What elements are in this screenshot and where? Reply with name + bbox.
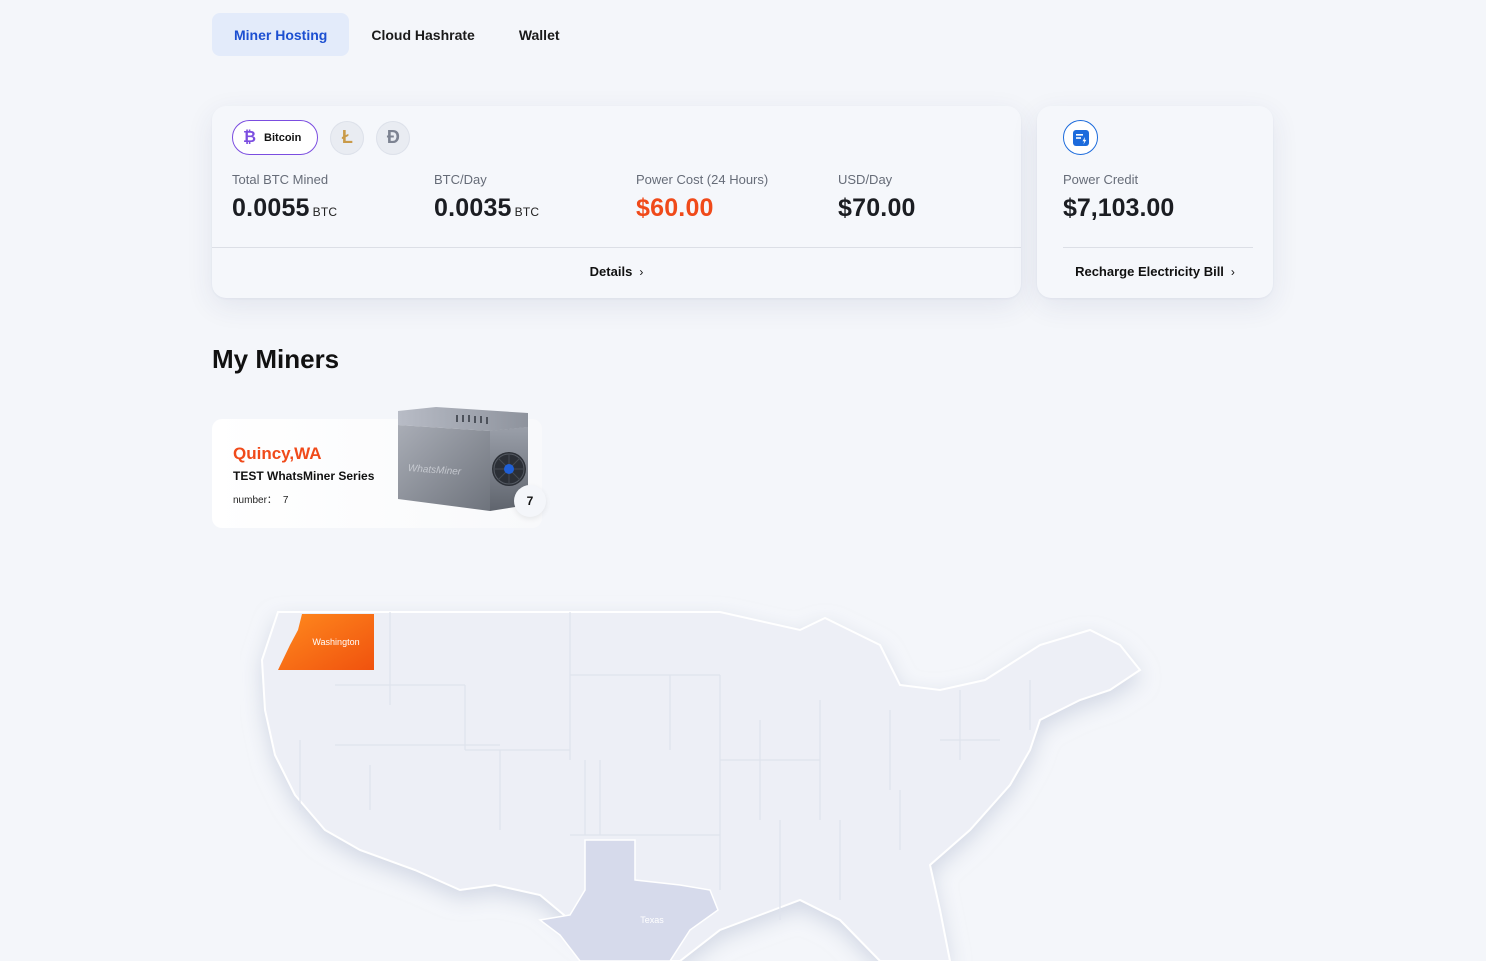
stat-label: Power Cost (24 Hours) [636,172,769,187]
dogecoin-icon: Đ [386,127,400,147]
stat-label: Total BTC Mined [232,172,329,187]
stat-value: $60.00 [636,194,714,222]
washington-label: Washington [312,637,359,647]
power-credit-card: Power Credit $7,103.00 Recharge Electric… [1037,106,1273,298]
us-map: Texas Washington [260,611,1142,961]
coin-selector: ₿ Bitcoin Ł Đ [232,120,411,155]
coin-option-litecoin[interactable]: Ł [330,120,365,155]
coin-option-bitcoin[interactable]: ₿ Bitcoin [232,120,319,155]
tab-wallet[interactable]: Wallet [497,13,582,56]
electricity-bill-icon [1063,120,1098,155]
miner-series: TEST WhatsMiner Series [233,469,375,483]
coin-option-label: Bitcoin [264,131,302,144]
stat-unit: BTC [514,205,540,219]
tab-miner-hosting[interactable]: Miner Hosting [212,13,350,56]
miner-number: number： 7 [233,495,289,506]
power-credit-value: $7,103.00 [1063,194,1175,222]
stats-row: Total BTC Mined 0.0055 BTC BTC/Day 0.0035… [232,172,1040,223]
chevron-right-icon: › [1230,265,1235,279]
divider [1063,247,1253,248]
mining-stats-card: ₿ Bitcoin Ł Đ Total BTC Mined 0.0055 BTC … [212,106,1021,298]
recharge-electricity-link[interactable]: Recharge Electricity Bill › [1037,264,1273,279]
divider [212,247,1021,248]
stat-power-cost: Power Cost (24 Hours) $60.00 [636,172,838,223]
stat-usd-day: USD/Day $70.00 [838,172,1040,223]
miner-count-badge: 7 [514,485,546,517]
texas-label: Texas [640,915,664,925]
coin-option-dogecoin[interactable]: Đ [376,120,411,155]
miner-number-value: 7 [282,495,289,506]
stat-label: BTC/Day [434,172,487,187]
section-title: My Miners [212,344,340,374]
miner-card[interactable]: Quincy,WA TEST WhatsMiner Series number：… [212,407,546,528]
stat-value: $70.00 [838,194,916,222]
stat-value: 0.0055 BTC [232,194,338,222]
stat-btc-day: BTC/Day 0.0035 BTC [434,172,636,223]
tab-cloud-hashrate[interactable]: Cloud Hashrate [349,13,496,56]
stat-total-mined: Total BTC Mined 0.0055 BTC [232,172,434,223]
litecoin-icon: Ł [341,127,353,147]
bitcoin-icon: ₿ [243,128,257,146]
power-credit-label: Power Credit [1063,172,1139,187]
stat-value: 0.0035 BTC [434,194,540,222]
top-tabs: Miner Hosting Cloud Hashrate Wallet [212,13,582,56]
details-link[interactable]: Details › [212,264,1021,279]
chevron-right-icon: › [639,265,644,279]
stat-unit: BTC [312,205,338,219]
stat-label: USD/Day [838,172,893,187]
miner-location: Quincy,WA [233,444,322,463]
